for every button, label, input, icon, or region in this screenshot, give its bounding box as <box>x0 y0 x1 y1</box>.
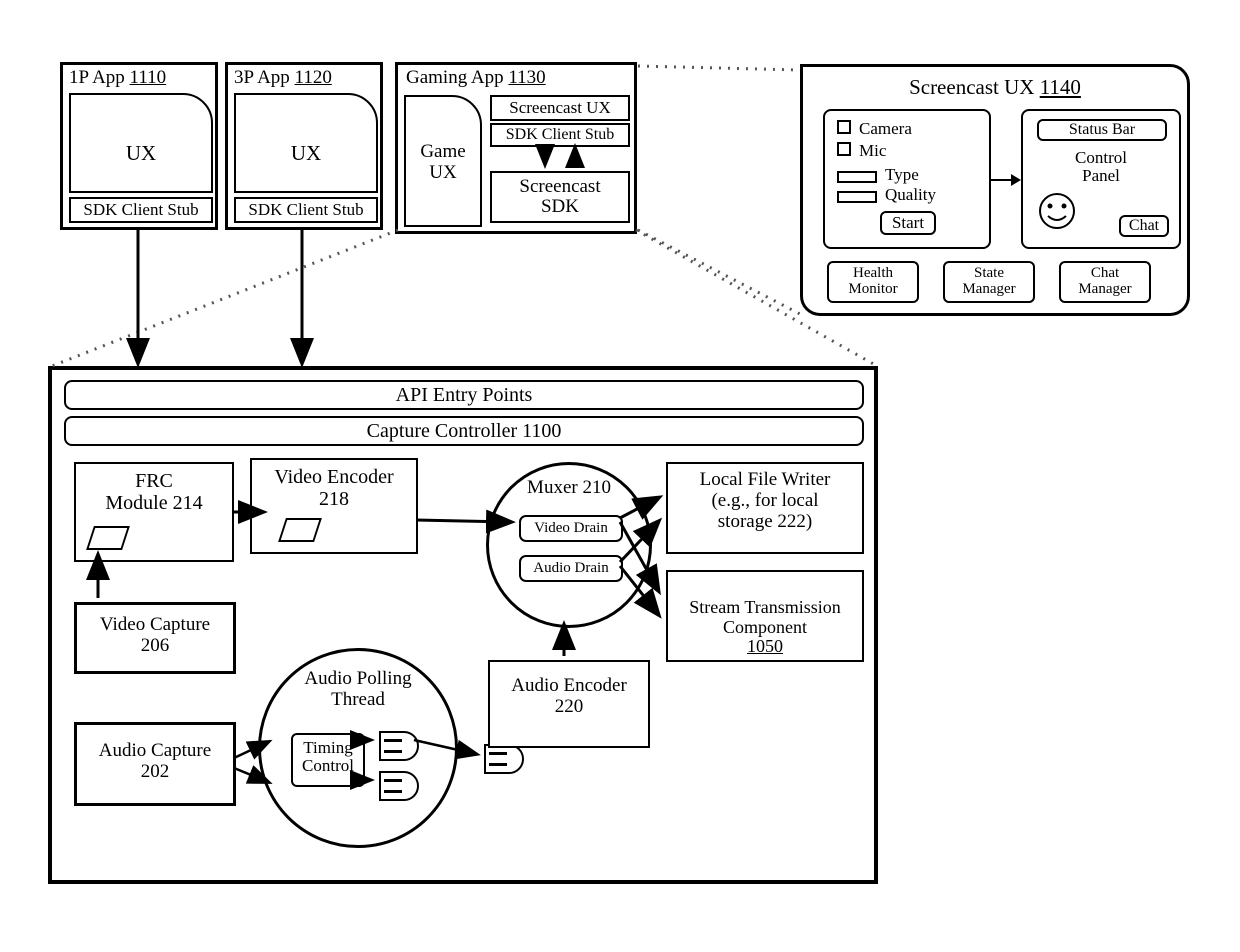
quality-label: Quality <box>885 185 936 204</box>
video-encoder-label: Video Encoder 218 <box>252 460 416 510</box>
screencast-control-box: Status Bar Control Panel Chat <box>1021 109 1181 249</box>
camera-label: Camera <box>859 119 912 138</box>
local-file-writer-label: Local File Writer (e.g., for local stora… <box>668 464 862 533</box>
screencast-config-box: Camera Mic Type Quality Start <box>823 109 991 249</box>
gate-icon <box>379 771 419 801</box>
stream-transmission: Stream Transmission Component1050 <box>666 570 864 662</box>
muxer-label: Muxer 210 <box>489 465 649 499</box>
status-bar: Status Bar <box>1037 119 1167 141</box>
app-3p-ux-label: UX <box>236 141 376 166</box>
app-3p-title: 3P App 1120 <box>234 67 332 89</box>
audio-capture: Audio Capture 202 <box>74 722 236 806</box>
gate-icon <box>379 731 419 761</box>
control-panel-label: Control Panel <box>1023 149 1179 185</box>
arrow-icon <box>991 171 1021 189</box>
audio-capture-label: Audio Capture 202 <box>77 725 233 783</box>
local-file-writer: Local File Writer (e.g., for local stora… <box>666 462 864 554</box>
type-label: Type <box>885 165 919 184</box>
video-drain: Video Drain <box>519 515 623 542</box>
screencast-ux-title: Screencast UX 1140 <box>803 75 1187 100</box>
smiley-icon <box>1037 191 1077 231</box>
capture-controller-box: API Entry Points Capture Controller 1100… <box>48 366 878 884</box>
gaming-screencast-ux: Screencast UX <box>490 95 630 121</box>
audio-polling-label: Audio Polling Thread <box>261 651 455 711</box>
gate-icon <box>484 744 524 774</box>
frc-module: FRC Module 214 <box>74 462 234 562</box>
app-3p-stub: SDK Client Stub <box>234 197 378 223</box>
app-gaming: Gaming App 1130 Game UX Screencast UX SD… <box>395 62 637 234</box>
video-capture: Video Capture 206 <box>74 602 236 674</box>
api-entry-points-label: API Entry Points <box>66 382 862 407</box>
health-monitor: Health Monitor <box>827 261 919 303</box>
muxer: Muxer 210 Video Drain Audio Drain <box>486 462 652 628</box>
gaming-screencast-sdk: Screencast SDK <box>490 171 630 223</box>
frc-module-label: FRC Module 214 <box>76 464 232 514</box>
start-button[interactable]: Start <box>880 211 936 235</box>
mic-label: Mic <box>859 141 886 160</box>
parallelogram-icon <box>86 526 130 550</box>
app-1p: 1P App 1110 UX SDK Client Stub <box>60 62 218 230</box>
chat-button[interactable]: Chat <box>1119 215 1169 237</box>
video-encoder: Video Encoder 218 <box>250 458 418 554</box>
app-gaming-ux-tab: Game UX <box>404 95 482 227</box>
screencast-ux-panel: Screencast UX 1140 Camera Mic Type Quali… <box>800 64 1190 316</box>
app-gaming-title: Gaming App 1130 <box>406 67 546 89</box>
api-entry-points: API Entry Points <box>64 380 864 410</box>
audio-polling-thread: Audio Polling Thread Timing Control <box>258 648 458 848</box>
stream-transmission-label: Stream Transmission Component1050 <box>668 572 862 657</box>
app-3p: 3P App 1120 UX SDK Client Stub <box>225 62 383 230</box>
parallelogram-icon <box>278 518 322 542</box>
quality-input[interactable] <box>837 191 877 203</box>
app-1p-ux-label: UX <box>71 141 211 166</box>
video-capture-label: Video Capture 206 <box>77 605 233 657</box>
chat-manager: Chat Manager <box>1059 261 1151 303</box>
app-1p-title: 1P App 1110 <box>69 67 166 89</box>
audio-encoder: Audio Encoder 220 <box>488 660 650 748</box>
app-1p-stub: SDK Client Stub <box>69 197 213 223</box>
app-1p-ux-tab: UX <box>69 93 213 193</box>
audio-drain: Audio Drain <box>519 555 623 582</box>
capture-controller-header: Capture Controller 1100 <box>64 416 864 446</box>
camera-row: Camera <box>837 119 912 139</box>
quality-row: Quality <box>837 185 936 208</box>
app-gaming-ux-label: Game UX <box>406 142 480 184</box>
camera-checkbox[interactable] <box>837 120 851 134</box>
mic-checkbox[interactable] <box>837 142 851 156</box>
timing-control: Timing Control <box>291 733 365 787</box>
capture-controller-label: Capture Controller 1100 <box>66 418 862 443</box>
state-manager: State Manager <box>943 261 1035 303</box>
gaming-sdk-stub: SDK Client Stub <box>490 123 630 147</box>
audio-encoder-label: Audio Encoder 220 <box>490 662 648 718</box>
type-input[interactable] <box>837 171 877 183</box>
mic-row: Mic <box>837 141 886 161</box>
app-3p-ux-tab: UX <box>234 93 378 193</box>
